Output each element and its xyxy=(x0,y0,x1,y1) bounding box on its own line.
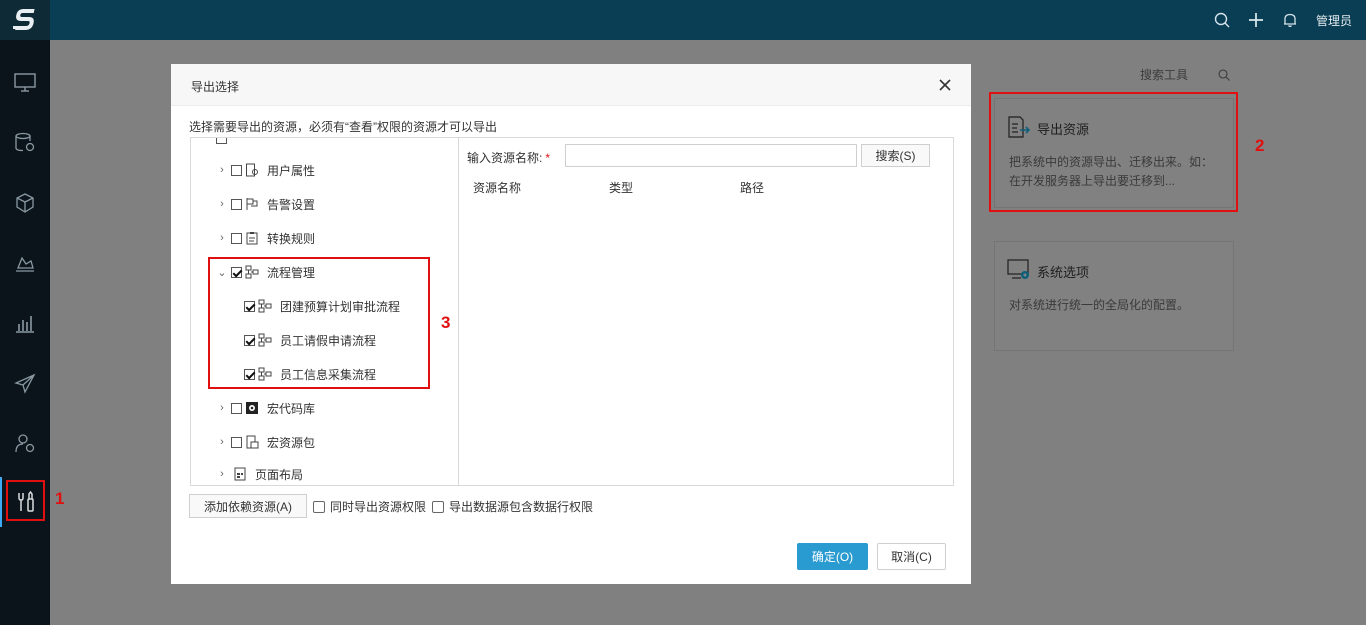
sidebar-item-model[interactable] xyxy=(0,178,50,228)
column-header-type[interactable]: 类型 xyxy=(609,179,633,196)
tree-checkbox[interactable] xyxy=(231,164,242,176)
tree-item-label: 宏资源包 xyxy=(267,435,316,450)
tree-item-macro-package[interactable]: › 宏资源包 xyxy=(216,432,315,452)
user-settings-icon xyxy=(15,434,35,453)
tree-item-alert-settings[interactable]: › 告警设置 xyxy=(216,194,315,214)
column-header-path[interactable]: 路径 xyxy=(740,179,764,196)
chevron-right-icon[interactable]: › xyxy=(216,436,228,448)
required-mark: * xyxy=(545,151,551,165)
cube-icon xyxy=(16,193,34,213)
sidebar-item-report[interactable] xyxy=(0,298,50,348)
sidebar-item-datasource[interactable] xyxy=(0,118,50,168)
send-icon xyxy=(14,373,36,394)
export-row-permission-checkbox[interactable] xyxy=(432,500,444,513)
tree-checkbox[interactable] xyxy=(231,232,242,244)
plus-icon[interactable] xyxy=(1248,12,1264,28)
chevron-right-icon[interactable]: › xyxy=(216,198,228,210)
annotation-number-2: 2 xyxy=(1255,136,1265,155)
tree-item-label: 转换规则 xyxy=(267,231,316,246)
annotation-box-3 xyxy=(208,257,430,389)
dialog-hint: 选择需要导出的资源，必须有“查看”权限的资源才可以导出 xyxy=(189,120,497,134)
search-icon[interactable] xyxy=(1214,12,1230,28)
export-select-dialog: 导出选择 选择需要导出的资源，必须有“查看”权限的资源才可以导出 › 用户属性 … xyxy=(171,64,971,584)
close-icon[interactable] xyxy=(937,77,953,93)
annotation-box-1 xyxy=(6,480,45,521)
sidebar-item-monitor[interactable] xyxy=(0,58,50,108)
resource-search-pane: 输入资源名称: * 搜索(S) 资源名称 类型 路径 xyxy=(458,137,954,486)
option-label: 导出数据源包含数据行权限 xyxy=(449,500,594,514)
column-header-name[interactable]: 资源名称 xyxy=(473,179,521,196)
search-button[interactable]: 搜索(S) xyxy=(861,144,930,167)
resource-name-label-text: 输入资源名称: xyxy=(467,151,543,165)
system-options-card[interactable]: 系统选项 对系统进行统一的全局化的配置。 xyxy=(994,241,1234,351)
tree-item-label: 告警设置 xyxy=(267,197,316,212)
export-row-permission-option[interactable]: 导出数据源包含数据行权限 xyxy=(432,498,593,515)
tree-checkbox[interactable] xyxy=(231,402,242,414)
card-description: 对系统进行统一的全局化的配置。 xyxy=(1009,298,1190,312)
app-logo[interactable] xyxy=(0,0,50,40)
flag-icon xyxy=(246,198,258,210)
resource-name-input[interactable] xyxy=(565,144,857,167)
sidebar xyxy=(0,40,50,625)
search-tool[interactable]: 搜索工具 xyxy=(1140,66,1230,83)
database-gear-icon xyxy=(15,132,35,152)
tree-checkbox xyxy=(216,138,227,144)
search-icon xyxy=(1218,68,1230,81)
logo-s-icon xyxy=(13,9,35,30)
annotation-number-3: 3 xyxy=(441,313,451,332)
option-label: 同时导出资源权限 xyxy=(330,500,427,514)
sidebar-item-analysis[interactable] xyxy=(0,238,50,288)
tree-item-user-attributes[interactable]: › 用户属性 xyxy=(216,160,315,180)
sidebar-item-publish[interactable] xyxy=(0,358,50,408)
chevron-right-icon[interactable]: › xyxy=(216,468,228,480)
tree-item-partial xyxy=(216,138,227,148)
annotation-number-1: 1 xyxy=(55,489,65,508)
layout-icon xyxy=(234,467,246,481)
tree-item-label: 用户属性 xyxy=(267,163,316,178)
confirm-button[interactable]: 确定(O) xyxy=(797,543,868,570)
tree-item-conversion-rules[interactable]: › 转换规则 xyxy=(216,228,315,248)
chevron-right-icon[interactable]: › xyxy=(216,402,228,414)
macro-icon xyxy=(246,402,258,414)
monitor-gear-icon xyxy=(1007,259,1029,279)
bell-icon[interactable] xyxy=(1282,12,1298,28)
add-dependency-button[interactable]: 添加依赖资源(A) xyxy=(189,494,307,518)
cancel-button[interactable]: 取消(C) xyxy=(877,543,946,570)
sidebar-item-users[interactable] xyxy=(0,418,50,468)
tree-item-label: 宏代码库 xyxy=(267,401,316,416)
bar-chart-icon xyxy=(16,316,34,333)
chart-area-icon xyxy=(16,256,34,272)
monitor-icon xyxy=(14,73,36,92)
tree-checkbox[interactable] xyxy=(231,436,242,448)
dialog-header: 导出选择 xyxy=(171,64,971,106)
clipboard-icon xyxy=(246,232,258,245)
user-menu[interactable]: 管理员 xyxy=(1316,12,1352,29)
card-title: 系统选项 xyxy=(1037,265,1090,280)
dialog-title: 导出选择 xyxy=(191,80,240,94)
tree-item-macro-library[interactable]: › 宏代码库 xyxy=(216,398,315,418)
export-permission-option[interactable]: 同时导出资源权限 xyxy=(313,498,426,515)
resource-name-label: 输入资源名称: * xyxy=(467,149,550,166)
user-attribute-icon xyxy=(246,163,258,177)
export-permission-checkbox[interactable] xyxy=(313,500,325,513)
top-bar: 管理员 xyxy=(0,0,1366,40)
chevron-right-icon[interactable]: › xyxy=(216,164,228,176)
chevron-right-icon[interactable]: › xyxy=(216,232,228,244)
search-tool-label: 搜索工具 xyxy=(1140,68,1189,82)
tree-item-label: 页面布局 xyxy=(255,467,304,482)
package-icon xyxy=(246,435,259,449)
tree-checkbox[interactable] xyxy=(231,198,242,210)
tree-item-page-layout[interactable]: › 页面布局 xyxy=(216,464,303,484)
top-right-tools: 管理员 xyxy=(1214,0,1352,40)
annotation-box-2 xyxy=(989,92,1238,212)
